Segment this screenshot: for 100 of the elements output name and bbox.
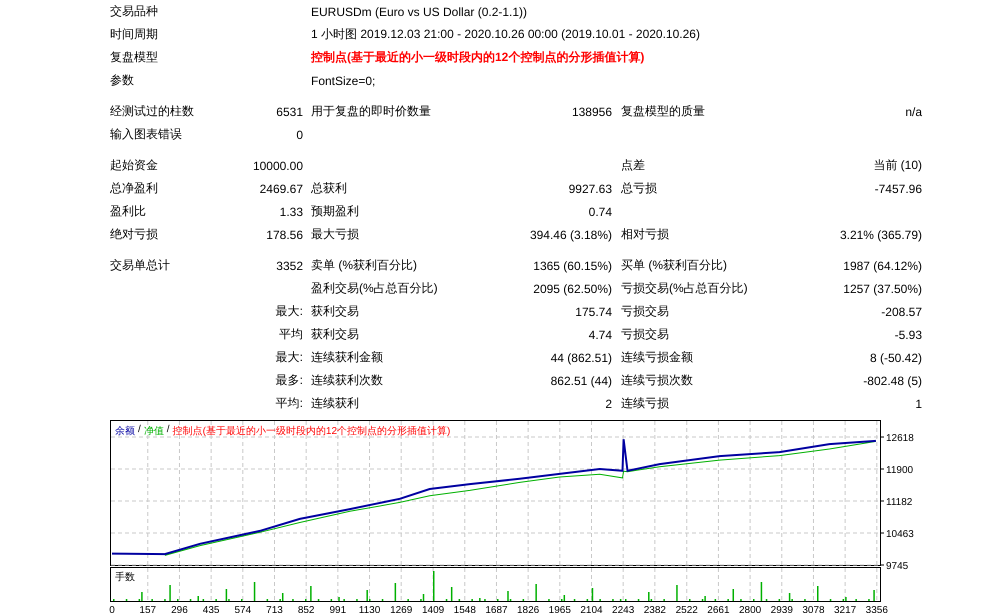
field-value: FontSize=0;: [311, 74, 376, 88]
stat-value: 2095 (62.50%): [533, 282, 612, 296]
stat-label: 连续获利: [311, 396, 359, 410]
stat-value: 6531: [276, 104, 303, 118]
legend-label: 净值: [144, 425, 164, 438]
stat-value: 3352: [276, 258, 303, 272]
stat-value: 1: [915, 396, 922, 410]
stat-label: 起始资金: [110, 158, 158, 172]
stat-qualifier: 平均: [279, 327, 303, 341]
stat-label: 总净盈利: [110, 181, 158, 195]
x-axis-label: 852: [298, 605, 314, 613]
x-axis-label: 3217: [834, 605, 856, 613]
x-axis-label: 991: [330, 605, 346, 613]
x-axis-label: 296: [171, 605, 188, 613]
stat-value: 4.74: [588, 328, 612, 342]
stat-value: -802.48 (5): [863, 374, 922, 388]
stat-label: 最大亏损: [311, 227, 359, 241]
stat-label: 点差: [621, 158, 645, 172]
x-axis-label: 574: [234, 605, 252, 613]
stat-value: n/a: [905, 104, 922, 118]
y-tick-label: 9745: [886, 561, 909, 572]
y-tick-label: 12618: [886, 433, 914, 444]
legend-separator: /: [138, 424, 141, 437]
stat-qualifier: 最大:: [276, 304, 303, 318]
x-axis-label: 2104: [580, 605, 603, 613]
stat-label: 连续亏损金额: [621, 350, 693, 364]
stat-value: 394.46 (3.18%): [530, 228, 612, 242]
stat-label: 复盘模型的质量: [621, 104, 705, 118]
volume-label: 手数: [115, 570, 135, 584]
stat-label: 总亏损: [621, 181, 657, 195]
x-axis-label: 3078: [802, 605, 825, 613]
stat-value: 1365 (60.15%): [533, 258, 612, 272]
stat-value: 175.74: [575, 304, 612, 318]
x-axis-label: 2661: [707, 605, 730, 613]
stat-value: 44 (862.51): [550, 350, 612, 364]
x-axis-label: 1965: [548, 605, 571, 613]
stat-label: 交易单总计: [110, 258, 170, 272]
legend-separator: /: [166, 424, 170, 437]
stat-label: 亏损交易(%占总百分比): [621, 281, 748, 295]
field-label: 参数: [110, 72, 135, 89]
field-value: EURUSDm (Euro vs US Dollar (0.2-1.1)): [311, 4, 528, 18]
y-axis-tick: 12618: [880, 433, 914, 444]
x-axis-label: 1548: [454, 605, 476, 613]
stat-label: 相对亏损: [621, 227, 669, 241]
x-axis-label: 2243: [612, 605, 634, 613]
x-axis-label: 2382: [644, 605, 666, 613]
x-axis-label: 3356: [866, 605, 888, 613]
field-value: 1 小时图 2019.12.03 21:00 - 2020.10.26 00:00 (2019.10.01 - 2020.10.26): [311, 26, 701, 43]
stat-value: -7457.96: [874, 182, 922, 196]
x-axis-label: 2939: [770, 605, 793, 613]
stat-value: 0.74: [588, 204, 612, 218]
x-axis-label: 713: [266, 605, 283, 613]
x-axis-label: 1409: [422, 605, 444, 613]
stat-value: 178.56: [266, 228, 303, 242]
x-axis-label: 1687: [485, 605, 508, 613]
stat-label: 预期盈利: [311, 204, 359, 218]
x-axis-label: 2800: [738, 605, 762, 613]
x-axis-label: 1130: [358, 605, 380, 613]
y-tick-label: 11182: [886, 496, 913, 508]
stat-value: 1257 (37.50%): [843, 282, 922, 296]
stat-value: 当前 (10): [873, 158, 922, 172]
stat-value: 2: [605, 396, 612, 410]
stat-qualifier: 最大:: [276, 350, 303, 364]
x-axis-label: 0: [109, 605, 115, 613]
stat-label: 卖单 (%获利百分比): [311, 258, 417, 272]
stat-qualifier: 最多:: [276, 373, 303, 387]
stat-label: 获利交易: [311, 304, 359, 318]
stat-label: 亏损交易: [621, 304, 669, 318]
x-axis-label: 1269: [390, 605, 412, 613]
stat-label: 连续亏损: [621, 396, 669, 410]
stat-label: 盈利交易(%占总百分比): [311, 281, 438, 295]
field-value: 控制点(基于最近的小一级时段内的12个控制点的分形插值计算): [311, 49, 646, 66]
y-axis-tick: 9745: [880, 561, 908, 572]
stat-label: 买单 (%获利百分比): [621, 258, 727, 272]
stat-label: 获利交易: [311, 327, 359, 341]
x-axis-label: 435: [202, 605, 220, 613]
stat-label: 连续获利金额: [311, 350, 383, 364]
stat-value: 0: [296, 128, 303, 142]
stat-label: 总获利: [311, 181, 347, 195]
stat-value: 2469.67: [260, 182, 303, 196]
stat-value: -208.57: [881, 304, 922, 318]
stat-value: 862.51 (44): [550, 374, 612, 388]
stat-value: 9927.63: [568, 182, 612, 196]
stat-value: 3.21% (365.79): [840, 228, 922, 242]
stat-qualifier: 平均:: [276, 396, 303, 410]
stat-label: 输入图表错误: [110, 127, 182, 141]
stat-label: 盈利比: [110, 204, 146, 218]
field-label: 交易品种: [110, 3, 159, 20]
y-axis-tick: 11182: [880, 496, 912, 508]
stat-label: 亏损交易: [621, 327, 669, 341]
x-axis-label: 157: [139, 605, 156, 613]
stat-label: 连续亏损次数: [621, 373, 693, 387]
y-axis-tick: 11900: [880, 465, 914, 476]
stat-label: 用于复盘的即时价数量: [311, 104, 431, 118]
stat-value: 8 (-50.42): [870, 350, 922, 364]
stat-value: -5.93: [894, 328, 922, 342]
stat-value: 138956: [572, 104, 612, 118]
stat-label: 经测试过的柱数: [110, 104, 194, 118]
x-axis-label: 1826: [517, 605, 540, 613]
field-label: 时间周期: [110, 26, 159, 43]
